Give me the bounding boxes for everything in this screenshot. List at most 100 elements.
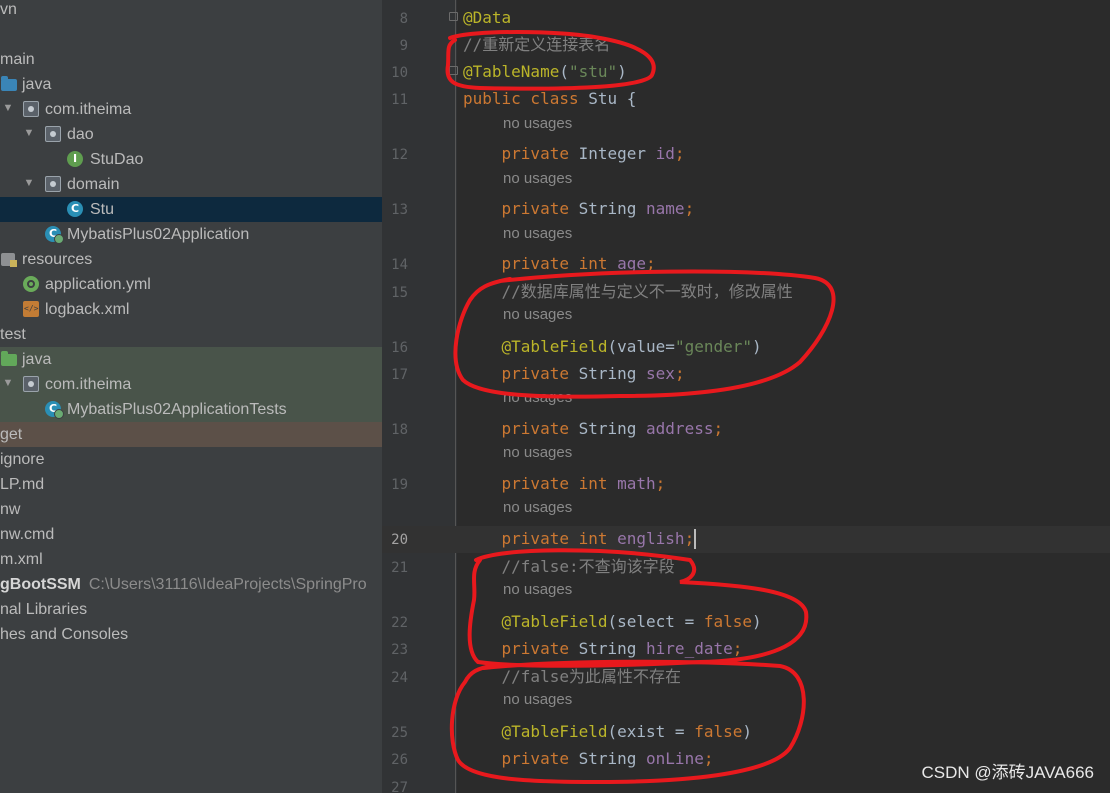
code-line[interactable]: 20 private int english; [0, 525, 1110, 552]
code-text[interactable]: @TableField(select = false) [463, 612, 762, 632]
code-text[interactable]: private int math; [463, 474, 666, 494]
code-text[interactable]: private String onLine; [463, 749, 714, 769]
code-line[interactable]: 24 //false为此属性不存在 [0, 663, 1110, 690]
code-token: private [501, 144, 579, 163]
code-line[interactable]: 15 //数据库属性与定义不一致时，修改属性 [0, 278, 1110, 305]
code-line[interactable]: 9 //重新定义连接表名 [0, 31, 1110, 58]
code-token: ( [559, 62, 569, 81]
code-token: ; [674, 364, 685, 383]
code-line[interactable]: 13 private String name; [0, 195, 1110, 222]
code-line[interactable]: 17 private String sex; [0, 360, 1110, 387]
tree-item-gitignore[interactable]: ignore [0, 447, 382, 472]
code-token: //数据库属性与定义不一致时，修改属性 [463, 282, 793, 301]
code-text[interactable]: private int age; [463, 254, 656, 274]
line-number: 14 [391, 257, 408, 273]
code-line[interactable]: 11 public class Stu { [0, 85, 1110, 112]
code-text[interactable]: //数据库属性与定义不一致时，修改属性 [463, 282, 793, 302]
code-text[interactable]: //false为此属性不存在 [463, 667, 681, 687]
line-number: 17 [391, 367, 408, 383]
ide-window: vn main java ▼ com.itheima ▼ dao I StuDa… [0, 0, 1110, 793]
code-line[interactable]: 18 private String address; [0, 415, 1110, 442]
code-token: //重新定义连接表名 [463, 35, 611, 54]
usages-inlay-hint[interactable]: no usages [503, 170, 572, 187]
code-line[interactable]: 22 @TableField(select = false) [0, 608, 1110, 635]
code-token: @Data [463, 8, 512, 27]
code-text[interactable]: @TableField(exist = false) [463, 722, 752, 742]
usages-inlay-hint[interactable]: no usages [503, 115, 572, 132]
code-token: address [646, 419, 714, 438]
usages-inlay-hint[interactable]: no usages [503, 691, 572, 708]
usages-inlay-hint[interactable]: no usages [503, 389, 572, 406]
code-token: ; [732, 639, 743, 658]
code-token: @TableField [501, 722, 608, 741]
spring-app-icon: C [45, 226, 64, 244]
code-text[interactable]: private String hire_date; [463, 639, 743, 659]
code-line[interactable]: 25 @TableField(exist = false) [0, 718, 1110, 745]
code-token: Integer [578, 144, 656, 163]
code-token: String [578, 199, 647, 218]
line-number: 19 [391, 477, 408, 493]
usages-inlay-hint[interactable]: no usages [503, 499, 572, 516]
code-line[interactable]: 14 private int age; [0, 250, 1110, 277]
code-text[interactable]: @TableName("stu") [463, 62, 627, 82]
usages-inlay-hint[interactable]: no usages [503, 225, 572, 242]
code-token: onLine [646, 749, 704, 768]
fold-marker-icon[interactable] [449, 66, 458, 75]
code-line[interactable]: 21 //false:不查询该字段 [0, 553, 1110, 580]
code-line[interactable]: 12 private Integer id; [0, 140, 1110, 167]
code-line[interactable]: 19 private int math; [0, 470, 1110, 497]
usages-inlay-hint[interactable]: no usages [503, 444, 572, 461]
code-text[interactable]: public class Stu { [463, 89, 636, 109]
code-token: ; [674, 144, 685, 163]
line-number: 12 [391, 147, 408, 163]
code-token: private [501, 419, 579, 438]
code-text[interactable]: //重新定义连接表名 [463, 35, 610, 55]
code-token: (value= [607, 337, 675, 356]
code-line[interactable]: 8 @Data [0, 4, 1110, 31]
chevron-down-icon[interactable]: ▼ [22, 126, 36, 140]
code-token: ; [684, 529, 695, 548]
usages-inlay-hint[interactable]: no usages [503, 581, 572, 598]
code-text[interactable]: //false:不查询该字段 [463, 557, 675, 577]
line-number: 18 [391, 422, 408, 438]
code-token: String [578, 639, 647, 658]
line-number: 10 [391, 65, 408, 81]
code-text[interactable]: private String address; [463, 419, 724, 439]
code-token: "gender" [674, 337, 752, 356]
tree-item-domain[interactable]: ▼ domain [0, 172, 382, 197]
code-token: hire_date [646, 639, 733, 658]
text-caret [694, 529, 697, 549]
code-line[interactable]: 23 private String hire_date; [0, 635, 1110, 662]
code-token: false [703, 612, 752, 631]
code-token: String [578, 364, 647, 383]
code-token: ; [703, 749, 714, 768]
code-text[interactable]: @TableField(value="gender") [463, 337, 762, 357]
code-line[interactable]: 10 @TableName("stu") [0, 58, 1110, 85]
code-text[interactable]: private String name; [463, 199, 695, 219]
code-text[interactable]: @Data [463, 8, 511, 28]
tree-item-mvnw[interactable]: nw [0, 497, 382, 522]
fold-marker-icon[interactable] [449, 12, 458, 21]
tree-item-mybatisplus02application[interactable]: C MybatisPlus02Application [0, 222, 382, 247]
code-token: String [578, 749, 647, 768]
line-number: 13 [391, 202, 408, 218]
usages-inlay-hint[interactable]: no usages [503, 306, 572, 323]
code-text[interactable]: private String sex; [463, 364, 685, 384]
code-token: @TableName [463, 62, 560, 81]
code-token: age [617, 254, 647, 273]
package-icon [45, 176, 61, 192]
code-token: ; [655, 474, 666, 493]
tree-item-label: nw [0, 501, 21, 518]
code-text[interactable]: private Integer id; [463, 144, 685, 164]
code-line[interactable]: 16 @TableField(value="gender") [0, 333, 1110, 360]
code-text[interactable]: private int english; [463, 529, 697, 549]
code-token: private int [501, 474, 618, 493]
code-token: private [501, 199, 579, 218]
chevron-down-icon[interactable]: ▼ [22, 176, 36, 190]
